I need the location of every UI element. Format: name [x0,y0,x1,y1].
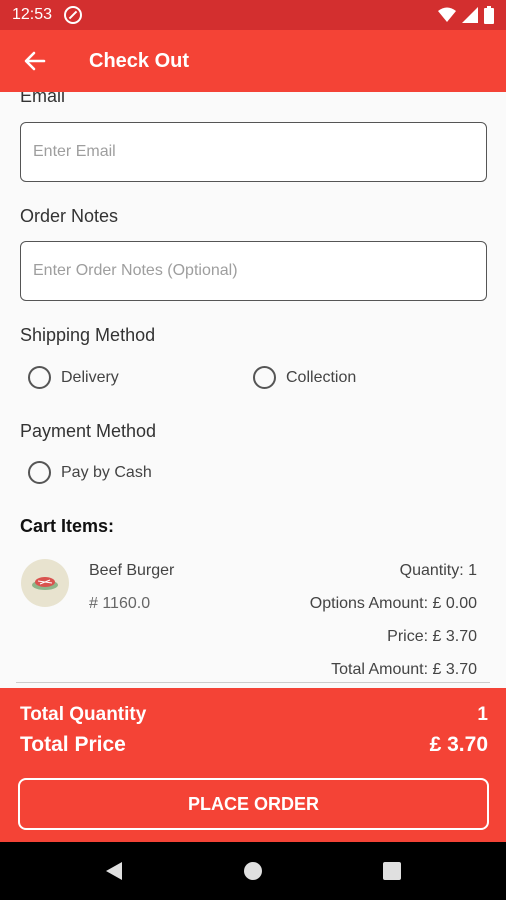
total-quantity-value: 1 [477,704,488,725]
page-title: Check Out [89,49,190,72]
status-icons [438,6,494,24]
order-notes-label: Order Notes [20,206,119,226]
order-notes-container [20,241,487,301]
nav-home-icon[interactable] [243,861,263,881]
back-button[interactable] [0,30,70,92]
shipping-delivery-radio[interactable]: Delivery [28,366,119,389]
item-options-amount: Options Amount: £ 0.00 [309,595,477,612]
back-arrow-icon [24,51,46,71]
total-price-label: Total Price [20,733,126,756]
item-quantity: Quantity: 1 [399,562,477,579]
dnd-icon [64,6,83,24]
shipping-method-label: Shipping Method [20,325,156,345]
cart-item: Beef Burger # 1160.0 Quantity: 1 Options… [0,547,506,687]
divider [16,682,490,683]
email-label: Email [20,92,66,106]
battery-icon [484,6,494,24]
status-time: 12:53 [12,6,53,23]
email-field-container [20,122,487,182]
radio-label: Pay by Cash [61,463,152,481]
signal-icon [462,7,478,23]
status-bar: 12:53 [0,0,506,30]
wifi-icon [438,7,456,22]
order-summary: Total Quantity 1 Total Price £ 3.70 PLAC… [0,688,506,842]
total-quantity-label: Total Quantity [20,704,147,725]
item-price: Price: £ 3.70 [387,628,477,645]
item-code: # 1160.0 [89,595,151,612]
radio-label: Collection [286,368,357,386]
place-order-button[interactable]: PLACE ORDER [18,778,489,830]
total-quantity-row: Total Quantity 1 [20,704,488,726]
app-bar: Check Out [0,30,506,92]
order-notes-field[interactable] [21,242,486,300]
item-name: Beef Burger [89,562,175,579]
item-total-amount: Total Amount: £ 3.70 [331,661,477,678]
cart-items-title: Cart Items: [20,516,115,536]
checkout-form[interactable]: Email Order Notes Shipping Method Delive… [0,92,506,688]
payment-cash-radio[interactable]: Pay by Cash [28,461,152,484]
shipping-collection-radio[interactable]: Collection [253,366,356,389]
payment-method-label: Payment Method [20,421,157,441]
email-field[interactable] [21,123,486,181]
total-price-row: Total Price £ 3.70 [20,733,488,757]
nav-recents-icon[interactable] [383,862,401,880]
radio-circle [28,366,51,389]
system-nav-bar [0,842,506,900]
total-price-value: £ 3.70 [429,733,488,756]
radio-circle [28,461,51,484]
radio-label: Delivery [61,368,119,386]
burger-thumbnail [21,559,69,607]
nav-back-icon[interactable] [105,861,123,881]
radio-circle [253,366,276,389]
